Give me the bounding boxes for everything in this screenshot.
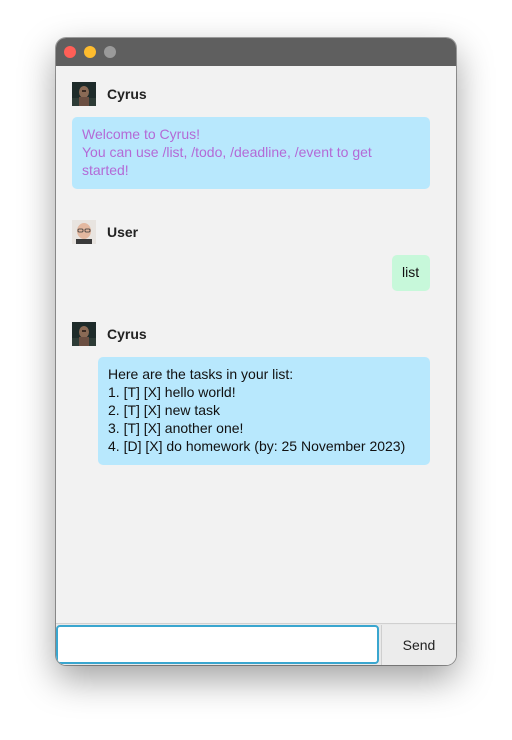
sender-name: Cyrus: [107, 326, 147, 342]
maximize-window-button[interactable]: [104, 46, 116, 58]
cyrus-avatar: [72, 322, 96, 346]
close-window-button[interactable]: [64, 46, 76, 58]
title-bar: [56, 38, 456, 66]
message-input[interactable]: [56, 625, 379, 664]
user-message-bubble: list: [392, 255, 430, 291]
minimize-window-button[interactable]: [84, 46, 96, 58]
sender-name: User: [107, 224, 139, 240]
bot-message-bubble: Welcome to Cyrus! You can use /list, /to…: [72, 117, 430, 189]
cyrus-avatar: [72, 82, 96, 106]
sender-name: Cyrus: [107, 86, 147, 102]
input-bar: Send: [56, 623, 456, 665]
chat-area[interactable]: Cyrus Welcome to Cyrus! You can use /lis…: [56, 66, 456, 623]
bot-message-bubble: Here are the tasks in your list: 1. [T] …: [98, 357, 430, 465]
send-button[interactable]: Send: [381, 625, 456, 665]
app-window: Cyrus Welcome to Cyrus! You can use /lis…: [56, 38, 456, 665]
user-avatar: [72, 220, 96, 244]
